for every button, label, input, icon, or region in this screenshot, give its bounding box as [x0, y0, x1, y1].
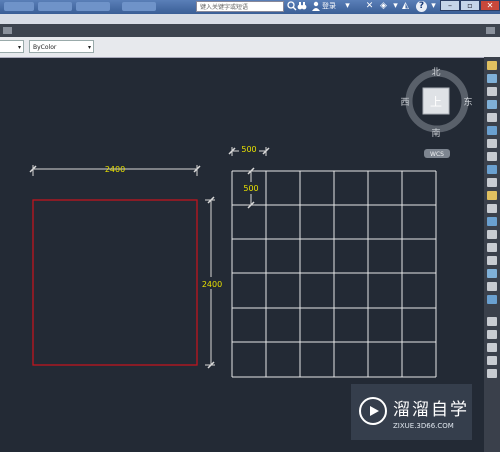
- user-icon[interactable]: [310, 1, 321, 12]
- properties-bar: ▾ ByColor ▾: [0, 37, 500, 58]
- join-icon[interactable]: [487, 230, 497, 239]
- chevron-down-icon[interactable]: ▾: [342, 1, 353, 12]
- chevron-down-icon: ▾: [17, 44, 21, 51]
- ribbon-tab[interactable]: [486, 27, 495, 34]
- color-value: ByColor: [33, 44, 57, 51]
- compass-south[interactable]: 南: [431, 127, 440, 139]
- chamfer-icon[interactable]: [487, 243, 497, 252]
- compass-east[interactable]: 东: [463, 96, 472, 108]
- offset-icon[interactable]: [487, 113, 497, 122]
- color-dropdown[interactable]: ByColor ▾: [29, 40, 94, 53]
- square-width-dim-text: 2400: [105, 165, 125, 174]
- stretch-icon[interactable]: [487, 178, 497, 187]
- chevron-down-icon[interactable]: ▾: [428, 1, 439, 12]
- title-bar: 键入关键字或短语 登录 ▾ ✕ ◈ ▾ ◭ ? ▾ – ▫ ✕: [0, 0, 500, 14]
- exchange-icon[interactable]: ✕: [364, 1, 375, 12]
- compass-west[interactable]: 西: [400, 97, 409, 108]
- array-edit-icon[interactable]: [487, 295, 497, 304]
- watermark-url: ZIXUE.3D66.COM: [393, 422, 454, 430]
- compass-north[interactable]: 北: [431, 67, 440, 78]
- viewcube-face-label: 上: [430, 95, 442, 109]
- erase-icon[interactable]: [487, 74, 497, 83]
- close-button[interactable]: ✕: [480, 0, 500, 11]
- a360-icon[interactable]: ◈: [378, 1, 389, 12]
- group-icon[interactable]: [487, 356, 497, 365]
- move-icon[interactable]: [487, 139, 497, 148]
- login-label[interactable]: 登录: [322, 1, 336, 12]
- community-icon[interactable]: ◭: [400, 1, 411, 12]
- blend-icon[interactable]: [487, 282, 497, 291]
- fillet-icon[interactable]: [487, 256, 497, 265]
- red-square-rectangle[interactable]: [32, 199, 198, 366]
- square-height-dimension[interactable]: 2400: [201, 196, 223, 369]
- search-input[interactable]: 键入关键字或短语: [196, 1, 284, 12]
- doc-window-controls[interactable]: [462, 16, 498, 31]
- taskbar-item[interactable]: [38, 2, 72, 11]
- square-height-dim-text: 2400: [202, 280, 222, 289]
- pencil-icon[interactable]: [487, 61, 497, 70]
- square-width-dimension[interactable]: 2400: [29, 165, 201, 176]
- cell-width-dimension[interactable]: 500: [228, 143, 270, 156]
- right-toolbar: [484, 57, 500, 452]
- taskbar-item[interactable]: [4, 2, 34, 11]
- help-icon[interactable]: ?: [416, 1, 427, 12]
- match-icon[interactable]: [487, 343, 497, 352]
- cell-height-dimension[interactable]: 500: [240, 167, 262, 209]
- play-logo-icon: [359, 397, 387, 425]
- scale-icon[interactable]: [487, 165, 497, 174]
- cell-width-dim-text: 500: [241, 145, 256, 154]
- chevron-down-icon: ▾: [87, 44, 91, 51]
- watermark-title: 溜溜自学: [393, 400, 469, 420]
- properties-icon[interactable]: [487, 330, 497, 339]
- layer-dropdown[interactable]: ▾: [0, 40, 24, 53]
- maximize-button[interactable]: ▫: [460, 0, 480, 11]
- mirror-icon[interactable]: [487, 100, 497, 109]
- ribbon-strip: [0, 24, 500, 37]
- extend-icon[interactable]: [487, 204, 497, 213]
- cell-height-dim-text: 500: [243, 184, 258, 193]
- viewcube[interactable]: 上 北 南 东 西 WCS: [400, 67, 473, 158]
- ribbon-tab[interactable]: [3, 27, 12, 34]
- menu-bar: [0, 14, 500, 31]
- block-icon[interactable]: [487, 369, 497, 378]
- break-icon[interactable]: [487, 217, 497, 226]
- grid[interactable]: [231, 170, 437, 378]
- binoculars-icon[interactable]: [296, 1, 307, 12]
- copy-icon[interactable]: [487, 87, 497, 96]
- watermark: 溜溜自学 ZIXUE.3D66.COM: [351, 384, 472, 440]
- taskbar-item[interactable]: [76, 2, 110, 11]
- explode-icon[interactable]: [487, 269, 497, 278]
- array-icon[interactable]: [487, 126, 497, 135]
- taskbar-item[interactable]: [122, 2, 156, 11]
- layer-icon[interactable]: [487, 317, 497, 326]
- trim-icon[interactable]: [487, 191, 497, 200]
- minimize-button[interactable]: –: [440, 0, 460, 11]
- rotate-icon[interactable]: [487, 152, 497, 161]
- wcs-label: WCS: [430, 151, 444, 158]
